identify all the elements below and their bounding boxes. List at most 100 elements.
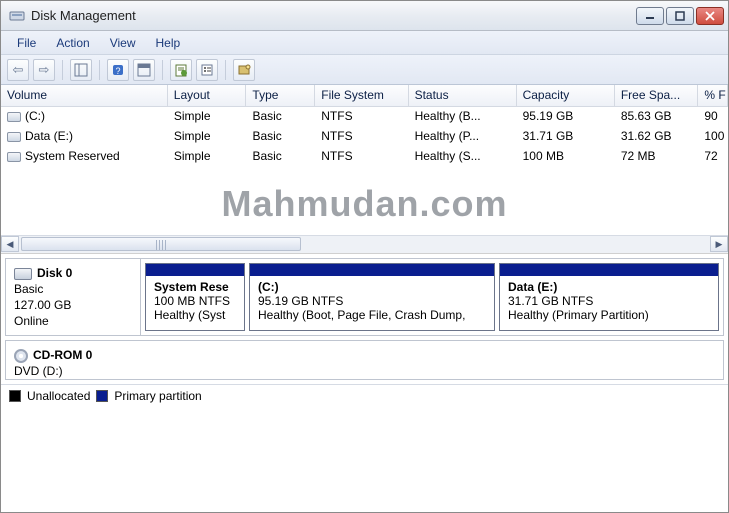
menu-help[interactable]: Help [146, 34, 191, 52]
disk-type: Basic [14, 281, 132, 297]
toolbar: ⇦ ⇨ ? [1, 55, 728, 85]
legend-swatch-unallocated [9, 390, 21, 402]
volume-capacity: 100 MB [517, 147, 615, 167]
column-file-system[interactable]: File System [315, 85, 408, 106]
toolbar-separator [99, 60, 100, 80]
maximize-button[interactable] [666, 7, 694, 25]
volume-free: 72 MB [615, 147, 699, 167]
volume-free: 31.62 GB [615, 127, 699, 147]
volume-status: Healthy (S... [409, 147, 517, 167]
disk-name: Disk 0 [37, 266, 72, 280]
column-status[interactable]: Status [409, 85, 517, 106]
partition-status: Healthy (Boot, Page File, Crash Dump, [258, 308, 486, 322]
help-button[interactable]: ? [107, 59, 129, 81]
menu-bar: File Action View Help [1, 31, 728, 55]
volume-pct: 72 [698, 147, 728, 167]
scroll-thumb[interactable] [21, 237, 301, 251]
toolbar-button[interactable] [133, 59, 155, 81]
volume-row[interactable]: System Reserved Simple Basic NTFS Health… [1, 147, 728, 167]
app-icon [9, 8, 25, 24]
horizontal-scrollbar[interactable]: ◀ ▶ [1, 235, 728, 253]
volume-pct: 90 [698, 107, 728, 127]
menu-action[interactable]: Action [46, 34, 99, 52]
column-layout[interactable]: Layout [168, 85, 247, 106]
forward-button[interactable]: ⇨ [33, 59, 55, 81]
volume-status: Healthy (B... [409, 107, 517, 127]
disk-name: CD-ROM 0 [33, 348, 92, 362]
cdrom-icon [14, 349, 28, 363]
toolbar-button[interactable] [233, 59, 255, 81]
volume-icon [7, 112, 21, 122]
volume-icon [7, 132, 21, 142]
disk-state: Online [14, 313, 132, 329]
column-free-space[interactable]: Free Spa... [615, 85, 699, 106]
back-button[interactable]: ⇦ [7, 59, 29, 81]
partition-status: Healthy (Syst [154, 308, 236, 322]
partition-size: 100 MB NTFS [154, 294, 236, 308]
volume-layout: Simple [168, 127, 247, 147]
table-header: Volume Layout Type File System Status Ca… [1, 85, 728, 107]
volume-fs: NTFS [315, 127, 408, 147]
volume-layout: Simple [168, 147, 247, 167]
disk-label[interactable]: CD-ROM 0 DVD (D:) [6, 341, 141, 379]
volume-name: Data (E:) [25, 129, 73, 143]
partition-system-reserved[interactable]: System Rese 100 MB NTFS Healthy (Syst [145, 263, 245, 331]
volume-capacity: 31.71 GB [517, 127, 615, 147]
disk-row-cdrom[interactable]: CD-ROM 0 DVD (D:) [5, 340, 724, 380]
drive-letter: DVD (D:) [14, 363, 133, 379]
volume-status: Healthy (P... [409, 127, 517, 147]
volume-pct: 100 [698, 127, 728, 147]
disk-row-disk0[interactable]: Disk 0 Basic 127.00 GB Online System Res… [5, 258, 724, 336]
volume-fs: NTFS [315, 107, 408, 127]
legend-label-unallocated: Unallocated [27, 389, 90, 403]
partition-color-bar [146, 264, 244, 276]
toolbar-separator [62, 60, 63, 80]
menu-view[interactable]: View [100, 34, 146, 52]
title-bar: Disk Management [1, 1, 728, 31]
scroll-left-button[interactable]: ◀ [1, 236, 19, 252]
disk-size: 127.00 GB [14, 297, 132, 313]
volume-name: (C:) [25, 109, 45, 123]
partition-size: 95.19 GB NTFS [258, 294, 486, 308]
toolbar-separator [225, 60, 226, 80]
partition-data-e[interactable]: Data (E:) 31.71 GB NTFS Healthy (Primary… [499, 263, 719, 331]
volume-capacity: 95.19 GB [517, 107, 615, 127]
scroll-right-button[interactable]: ▶ [710, 236, 728, 252]
properties-button[interactable] [196, 59, 218, 81]
partition-name: System Rese [154, 280, 236, 294]
volume-list[interactable]: Volume Layout Type File System Status Ca… [1, 85, 728, 254]
volume-fs: NTFS [315, 147, 408, 167]
hdd-icon [14, 268, 32, 280]
column-volume[interactable]: Volume [1, 85, 168, 106]
menu-file[interactable]: File [7, 34, 46, 52]
volume-type: Basic [246, 147, 315, 167]
partition-status: Healthy (Primary Partition) [508, 308, 710, 322]
window-title: Disk Management [31, 8, 636, 23]
column-percent-free[interactable]: % F [698, 85, 728, 106]
minimize-button[interactable] [636, 7, 664, 25]
column-capacity[interactable]: Capacity [517, 85, 615, 106]
disk-label[interactable]: Disk 0 Basic 127.00 GB Online [6, 259, 141, 335]
close-button[interactable] [696, 7, 724, 25]
disk-map: Disk 0 Basic 127.00 GB Online System Res… [1, 258, 728, 380]
refresh-button[interactable] [170, 59, 192, 81]
volume-layout: Simple [168, 107, 247, 127]
legend: Unallocated Primary partition [1, 384, 728, 407]
show-hide-console-tree-button[interactable] [70, 59, 92, 81]
column-type[interactable]: Type [246, 85, 315, 106]
volume-free: 85.63 GB [615, 107, 699, 127]
volume-name: System Reserved [25, 149, 120, 163]
partition-name: (C:) [258, 280, 486, 294]
toolbar-separator [162, 60, 163, 80]
volume-row[interactable]: (C:) Simple Basic NTFS Healthy (B... 95.… [1, 107, 728, 127]
partition-size: 31.71 GB NTFS [508, 294, 710, 308]
volume-type: Basic [246, 127, 315, 147]
legend-swatch-primary [96, 390, 108, 402]
legend-label-primary: Primary partition [114, 389, 201, 403]
svg-text:?: ? [115, 66, 120, 76]
volume-type: Basic [246, 107, 315, 127]
volume-row[interactable]: Data (E:) Simple Basic NTFS Healthy (P..… [1, 127, 728, 147]
watermark-text: Mahmudan.com [1, 167, 728, 235]
partition-color-bar [500, 264, 718, 276]
partition-c[interactable]: (C:) 95.19 GB NTFS Healthy (Boot, Page F… [249, 263, 495, 331]
